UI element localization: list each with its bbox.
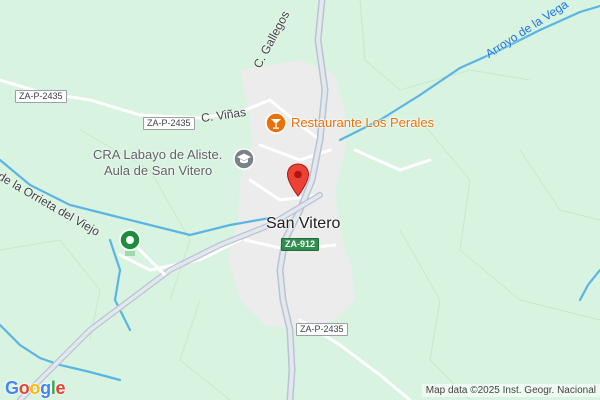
- road-shield-za-p-2435-south: ZA-P-2435: [296, 323, 348, 336]
- road-shield-za-p-2435-west: ZA-P-2435: [15, 90, 67, 103]
- place-icon: [119, 229, 141, 256]
- restaurant-name-label[interactable]: Restaurante Los Perales: [291, 116, 434, 129]
- green-place-marker[interactable]: [119, 229, 141, 264]
- selected-location-pin[interactable]: [286, 163, 310, 204]
- google-logo[interactable]: Google: [5, 378, 66, 399]
- place-name-label[interactable]: San Vitero: [266, 216, 340, 232]
- cocktail-icon: [265, 112, 287, 134]
- map-attribution[interactable]: Map data ©2025 Inst. Geogr. Nacional: [421, 384, 600, 397]
- road-shield-za-p-2435-center: ZA-P-2435: [143, 117, 195, 130]
- school-poi[interactable]: [233, 148, 255, 175]
- map-pin-icon: [286, 163, 310, 197]
- school-icon: [233, 148, 255, 170]
- school-name-line1[interactable]: CRA Labayo de Aliste.: [93, 148, 222, 161]
- restaurant-poi[interactable]: [265, 112, 287, 139]
- road-shield-za-912: ZA-912: [281, 238, 320, 251]
- school-name-line2[interactable]: Aula de San Vitero: [104, 164, 212, 177]
- map-canvas[interactable]: San Vitero C. Gallegos C. Viñas Arroyo d…: [0, 0, 600, 400]
